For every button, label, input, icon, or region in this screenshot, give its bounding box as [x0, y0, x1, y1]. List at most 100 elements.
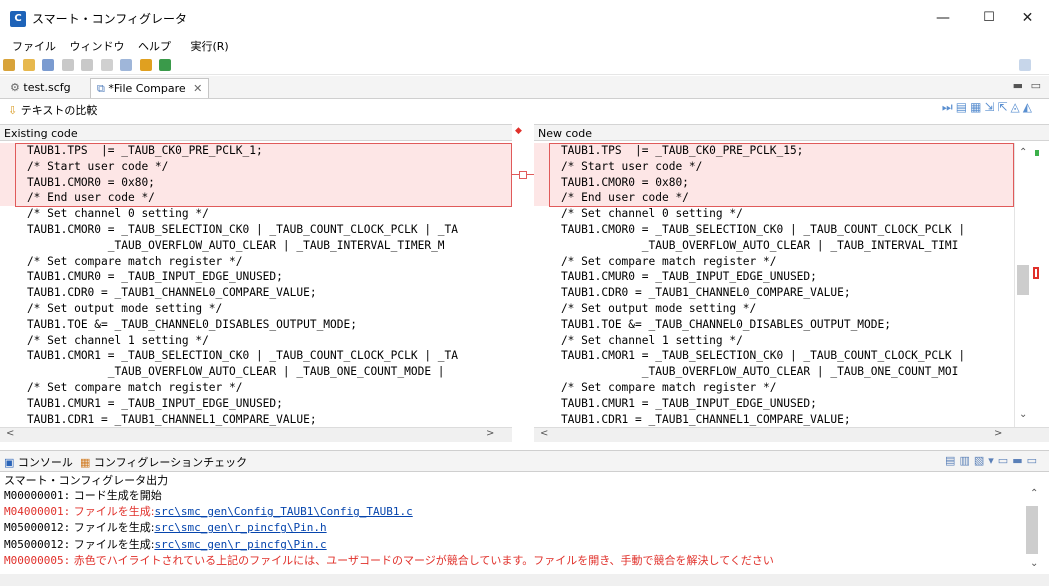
- menu-file[interactable]: ファイル: [12, 38, 56, 56]
- code-line: TAUB1.CMUR1 = _TAUB_INPUT_EDGE_UNUSED;: [0, 396, 283, 410]
- save-all-icon[interactable]: [61, 59, 74, 71]
- code-line: TAUB1.CMOR1 = _TAUB_SELECTION_CK0 | _TAU…: [534, 349, 966, 363]
- layout-icon[interactable]: [120, 59, 132, 71]
- existing-code-header: Existing code: [0, 124, 512, 141]
- diff-overview-marker[interactable]: [1033, 267, 1039, 279]
- scroll-right-icon[interactable]: >: [994, 428, 1002, 439]
- code-line: TAUB1.CDR1 = _TAUB1_CHANNEL1_COMPARE_VAL…: [0, 412, 317, 426]
- compare-file-icon: ⧉: [97, 82, 105, 95]
- console-line: M05000012: ファイルを生成:src\smc_gen\r_pincfg\…: [4, 521, 327, 535]
- code-line: TAUB1.TOE &= _TAUB_CHANNEL0_DISABLES_OUT…: [534, 317, 891, 331]
- tab-test-scfg[interactable]: ⚙ test.scfg: [4, 78, 77, 97]
- new-file-icon[interactable]: [3, 59, 15, 71]
- ignore-whitespace-icon[interactable]: ▦: [970, 100, 984, 114]
- overview-marker: [1035, 150, 1039, 156]
- tab-file-compare[interactable]: ⧉ *File Compare ✕: [90, 78, 210, 98]
- code-line: _TAUB_OVERFLOW_AUTO_CLEAR | _TAUB_INTERV…: [0, 238, 445, 252]
- paragraph-icon[interactable]: [100, 59, 113, 71]
- scroll-up-icon[interactable]: ⌃: [1030, 488, 1038, 499]
- scroll-left-icon[interactable]: <: [540, 428, 548, 439]
- scroll-down-icon[interactable]: ⌄: [1030, 558, 1038, 569]
- prev-diff-icon[interactable]: ⇱: [997, 100, 1010, 114]
- scroll-thumb[interactable]: [1026, 506, 1038, 554]
- minimize-button[interactable]: —: [920, 4, 966, 32]
- tab-label: コンフィグレーションチェック: [93, 456, 248, 469]
- maximize-view-icon[interactable]: ▭: [1031, 79, 1041, 92]
- code-line: TAUB1.CMUR1 = _TAUB_INPUT_EDGE_UNUSED;: [534, 396, 817, 410]
- new-console-icon[interactable]: ▭: [998, 454, 1012, 467]
- scroll-right-icon[interactable]: >: [486, 428, 494, 439]
- file-link[interactable]: src\smc_gen\r_pincfg\Pin.h: [154, 521, 326, 534]
- scroll-thumb[interactable]: [1017, 265, 1029, 295]
- scroll-left-icon[interactable]: <: [6, 428, 14, 439]
- console-line: M00000001: コード生成を開始: [4, 489, 162, 502]
- maximize-view-icon[interactable]: ▭: [1027, 454, 1041, 467]
- generate-code-icon[interactable]: [159, 59, 171, 71]
- code-line: TAUB1.CDR0 = _TAUB1_CHANNEL0_COMPARE_VAL…: [534, 286, 851, 300]
- scroll-up-icon[interactable]: ⌃: [1019, 147, 1027, 158]
- console-line: M05000012: ファイルを生成:src\smc_gen\r_pincfg\…: [4, 537, 327, 551]
- code-line: TAUB1.CMOR1 = _TAUB_SELECTION_CK0 | _TAU…: [0, 349, 459, 363]
- vertical-scrollbar[interactable]: ⌃ ⌄: [1014, 143, 1049, 427]
- perspective-icon[interactable]: [1019, 59, 1031, 71]
- tab-label: コンソール: [17, 456, 73, 469]
- scroll-lock-icon[interactable]: ▥: [959, 454, 973, 467]
- diff-marker-icon: ◆: [515, 126, 522, 136]
- tab-console[interactable]: ▣ コンソール: [4, 454, 73, 470]
- menu-window[interactable]: ウィンドウ: [70, 38, 125, 56]
- code-line: TAUB1.CMUR0 = _TAUB_INPUT_EDGE_UNUSED;: [0, 270, 283, 284]
- menu-bar: ファイル ウィンドウ ヘルプ 実行(R): [0, 38, 1049, 56]
- copy-left-icon[interactable]: ▤: [956, 100, 970, 114]
- code-line: TAUB1.TOE &= _TAUB_CHANNEL0_DISABLES_OUT…: [0, 317, 357, 331]
- console-icon: ▣: [4, 456, 15, 469]
- console-output: M00000001: コード生成を開始 M04000001: ファイルを生成:s…: [4, 488, 1014, 569]
- left-horizontal-scrollbar[interactable]: < >: [0, 427, 512, 442]
- code-line: _TAUB_OVERFLOW_AUTO_CLEAR | _TAUB_ONE_CO…: [534, 365, 959, 379]
- open-folder-icon[interactable]: [22, 59, 35, 71]
- scroll-down-icon[interactable]: ⌄: [1019, 409, 1027, 420]
- warning-icon[interactable]: [139, 59, 152, 71]
- code-line: _TAUB_OVERFLOW_AUTO_CLEAR | _TAUB_ONE_CO…: [0, 365, 445, 379]
- right-horizontal-scrollbar[interactable]: < >: [534, 427, 1049, 442]
- tab-label: test.scfg: [23, 81, 71, 94]
- compare-title-text: テキストの比較: [20, 104, 98, 117]
- clear-console-icon[interactable]: ▤: [945, 454, 959, 467]
- tab-configuration-check[interactable]: ▦ コンフィグレーションチェック: [80, 454, 247, 470]
- code-line: /* Set compare match register */: [534, 380, 777, 394]
- save-icon[interactable]: [42, 59, 54, 71]
- title-bar: C スマート・コンフィグレータ — ☐ ✕: [0, 0, 1049, 36]
- main-toolbar: [0, 56, 1049, 75]
- menu-help[interactable]: ヘルプ: [138, 38, 171, 56]
- close-tab-icon[interactable]: ✕: [193, 82, 202, 95]
- file-link[interactable]: src\smc_gen\r_pincfg\Pin.c: [154, 538, 326, 551]
- pin-icon[interactable]: ▧: [974, 454, 988, 467]
- code-line: _TAUB_OVERFLOW_AUTO_CLEAR | _TAUB_INTERV…: [534, 238, 959, 252]
- code-line: /* Set channel 1 setting */: [534, 333, 743, 347]
- console-tab-bar: ▣ コンソール ▦ コンフィグレーションチェック ▤▥▧▾▭▬▭: [0, 450, 1049, 472]
- minimize-view-icon[interactable]: ▬: [1013, 79, 1023, 92]
- window-title: スマート・コンフィグレータ: [32, 12, 188, 26]
- code-line: /* Set channel 0 setting */: [0, 207, 209, 221]
- display-console-icon[interactable]: ▾: [988, 454, 998, 467]
- properties-icon[interactable]: [81, 59, 93, 71]
- prev-change-icon[interactable]: ◭: [1023, 100, 1035, 114]
- right-diff-highlight: [549, 143, 1014, 207]
- file-link[interactable]: src\smc_gen\Config_TAUB1\Config_TAUB1.c: [154, 505, 412, 518]
- compare-title: ⇩ テキストの比較: [8, 102, 97, 118]
- left-diff-highlight: [15, 143, 512, 207]
- code-line: /* Set output mode setting */: [534, 301, 757, 315]
- minimize-view-icon[interactable]: ▬: [1012, 454, 1026, 467]
- console-horizontal-scrollbar[interactable]: [0, 574, 1049, 586]
- next-diff-icon[interactable]: ⇲: [984, 100, 997, 114]
- menu-run[interactable]: 実行(R): [191, 38, 229, 56]
- code-line: TAUB1.CMOR0 = _TAUB_SELECTION_CK0 | _TAU…: [534, 222, 966, 236]
- console-vertical-scrollbar[interactable]: ⌃ ⌄: [1024, 488, 1049, 578]
- code-line: TAUB1.CDR1 = _TAUB1_CHANNEL1_COMPARE_VAL…: [534, 412, 851, 426]
- next-change-icon[interactable]: ◬: [1011, 100, 1023, 114]
- tab-label: *File Compare: [108, 82, 186, 95]
- close-button[interactable]: ✕: [1006, 4, 1049, 32]
- diff-connector-node: [519, 171, 527, 179]
- code-line: /* Set channel 1 setting */: [0, 333, 209, 347]
- code-line: /* Set compare match register */: [534, 254, 777, 268]
- copy-all-icon[interactable]: ⏭: [942, 100, 956, 114]
